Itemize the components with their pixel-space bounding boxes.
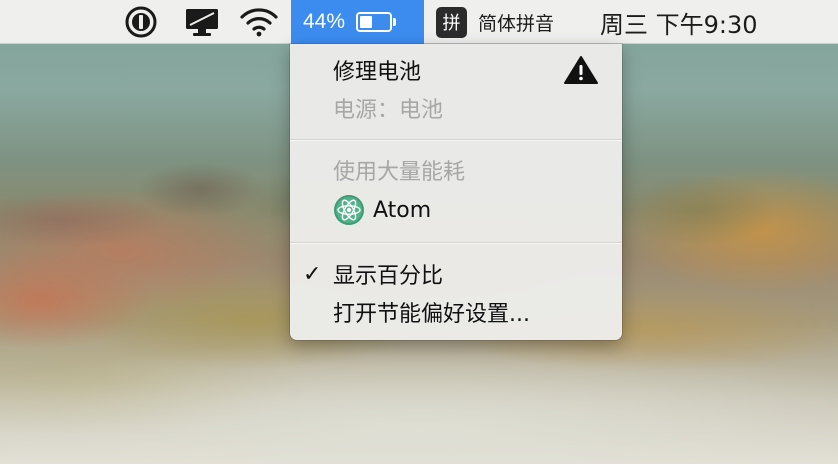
input-method-icon: 拼	[436, 6, 467, 38]
1password-icon	[125, 6, 157, 38]
battery-tip	[393, 18, 397, 26]
show-percentage-label: 显示百分比	[333, 264, 444, 289]
input-method-menu-extra[interactable]: 拼 简体拼音	[436, 0, 576, 44]
battery-condition-item[interactable]: 修理电池	[290, 51, 622, 89]
checkmark-icon: ✓	[303, 261, 322, 287]
menu-separator	[290, 242, 622, 243]
energy-header-item: 使用大量能耗	[290, 151, 622, 189]
onepassword-menu-extra[interactable]	[120, 0, 162, 44]
power-source-item: 电源：电池	[290, 89, 622, 127]
warning-icon	[564, 56, 598, 84]
show-percentage-item[interactable]: ✓ 显示百分比	[290, 255, 622, 293]
energy-header-label: 使用大量能耗	[333, 160, 466, 185]
display-icon	[186, 9, 218, 36]
battery-menu-extra[interactable]: 44%	[291, 0, 424, 44]
open-energy-prefs-label: 打开节能偏好设置...	[333, 302, 530, 327]
energy-app-item[interactable]: Atom	[290, 191, 622, 229]
wifi-icon	[240, 8, 278, 37]
open-energy-prefs-item[interactable]: 打开节能偏好设置...	[290, 293, 622, 331]
battery-icon	[356, 12, 393, 32]
menu-bar: 44% 拼 简体拼音 周三 下午9:30	[0, 0, 838, 44]
energy-app-name: Atom	[373, 197, 432, 223]
battery-percentage: 44%	[303, 10, 346, 33]
battery-level-fill	[360, 16, 373, 28]
wifi-menu-extra[interactable]	[236, 0, 282, 44]
power-source-label: 电源：电池	[333, 98, 444, 123]
battery-dropdown-menu: 修理电池 电源：电池 使用大量能耗 Atom ✓ 显示百分比 打开节能偏好设置.…	[290, 44, 622, 340]
battery-condition-label: 修理电池	[333, 60, 422, 85]
display-menu-extra[interactable]	[180, 0, 224, 44]
input-method-label: 简体拼音	[478, 12, 555, 35]
atom-icon	[334, 195, 364, 225]
menu-separator	[290, 139, 622, 140]
clock-menu-extra[interactable]: 周三 下午9:30	[600, 0, 800, 44]
clock-text: 周三 下午9:30	[600, 10, 758, 39]
